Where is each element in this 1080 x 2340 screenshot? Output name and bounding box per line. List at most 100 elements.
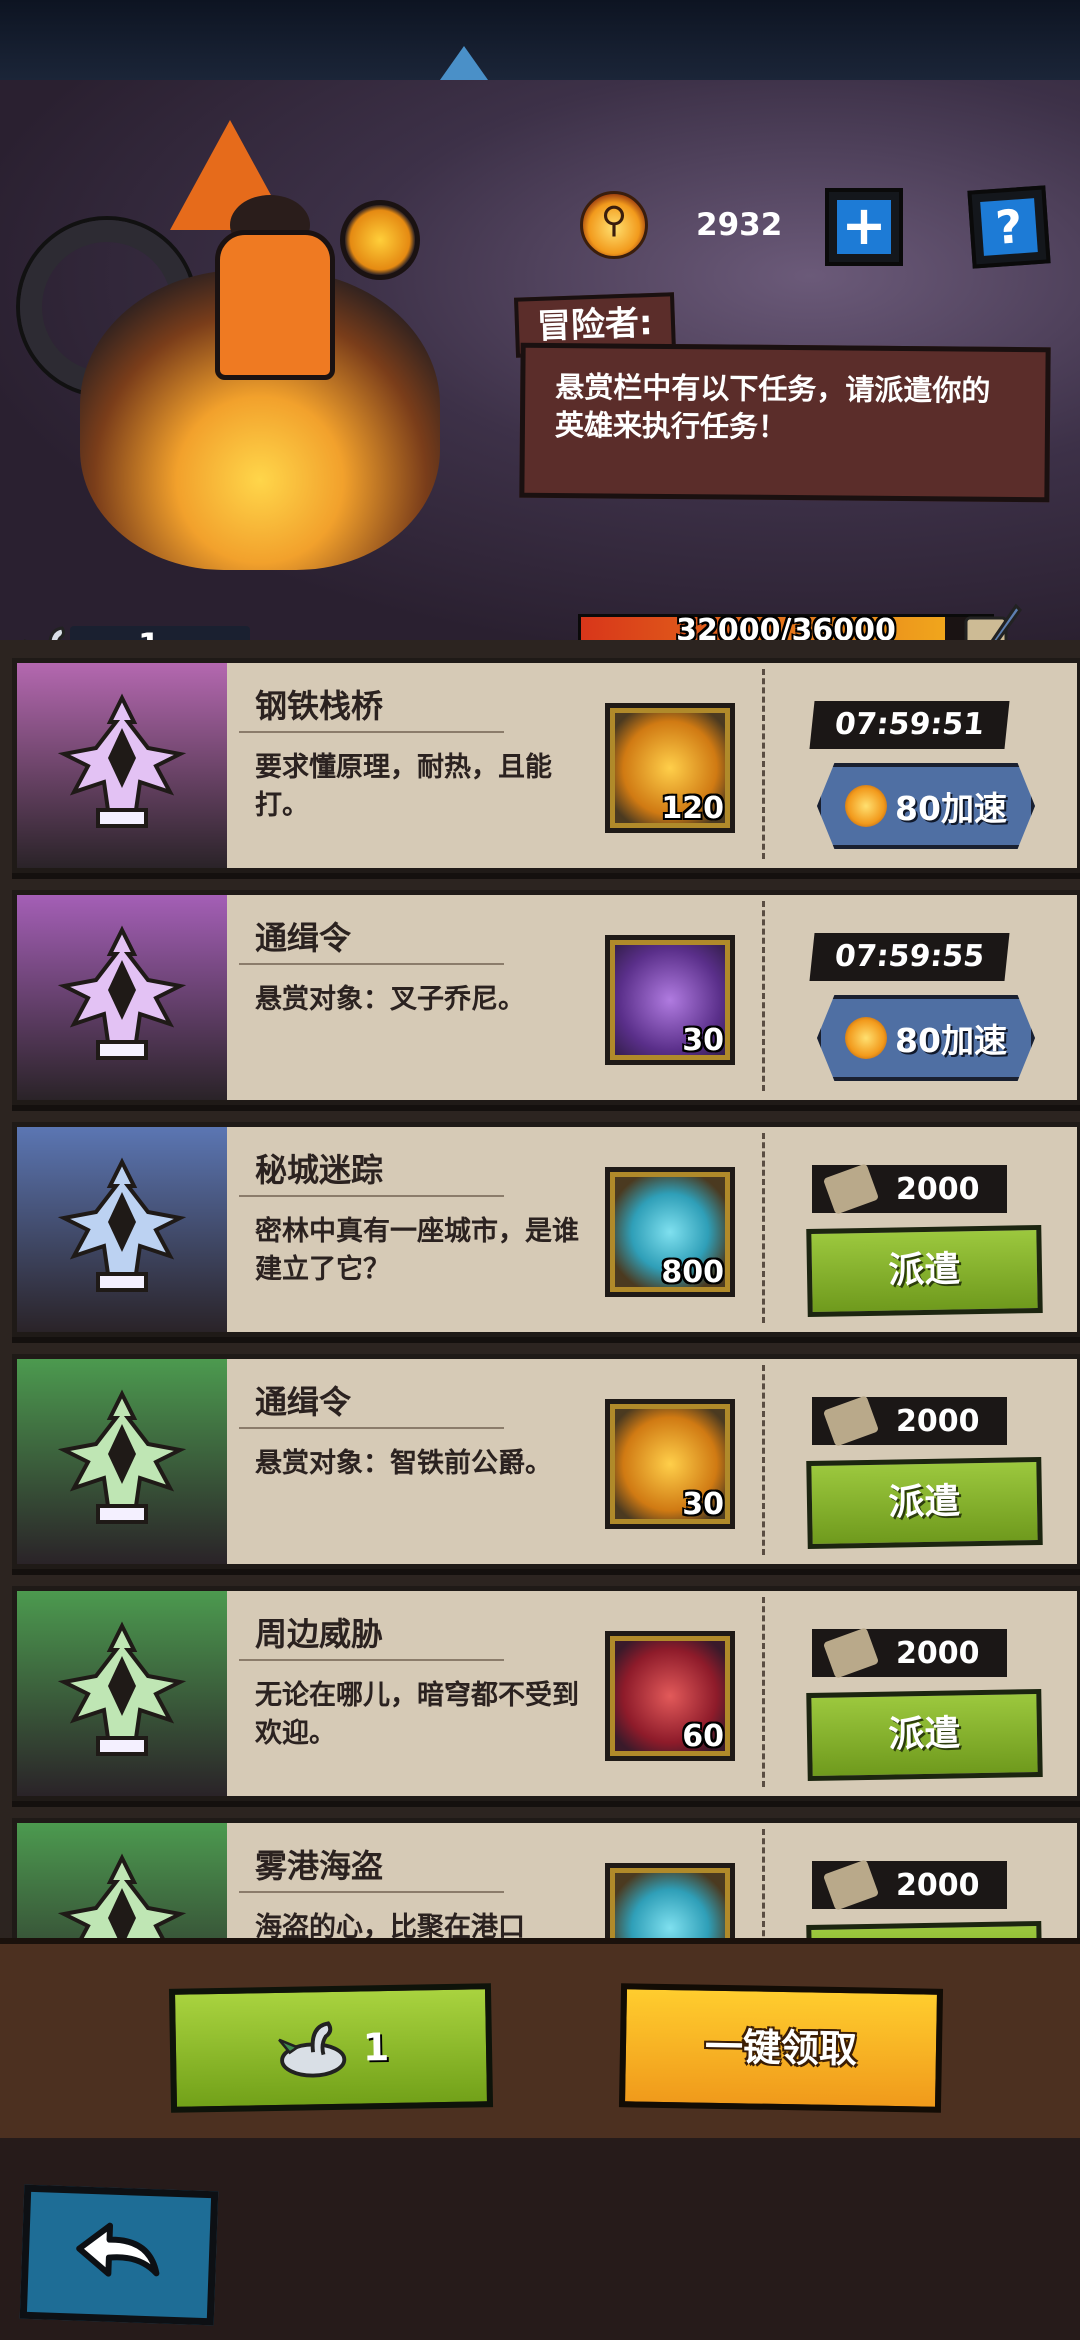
swan-count-badge: 1 [20, 620, 250, 640]
title-rule [239, 1427, 504, 1429]
quest-title: 雾港海盗 [255, 1847, 384, 1885]
quest-title: 秘城迷踪 [255, 1151, 384, 1189]
title-rule [239, 1891, 504, 1893]
progress-text: 32000/36000 [676, 613, 896, 640]
title-rule [239, 1659, 504, 1661]
reward-quantity: 120 [661, 791, 724, 826]
quest-description: 悬赏对象：智铁前公爵。 [255, 1448, 552, 1479]
dispatch-cost: 2000 [812, 1859, 1007, 1911]
reward-quantity: 30 [682, 1487, 724, 1522]
speedup-label: 80加速 [895, 1021, 1007, 1060]
title-rule [239, 1195, 504, 1197]
card-divider [762, 901, 765, 1091]
swan-icon [24, 626, 66, 640]
thorn-emblem-icon [57, 1389, 187, 1524]
reward-item[interactable]: 60 [605, 1631, 735, 1761]
dispatch-cost-value: 2000 [896, 1171, 980, 1207]
fin-decoration [440, 46, 488, 80]
scroll-icon [822, 1627, 880, 1679]
thorn-emblem-icon [57, 1853, 187, 1938]
thorn-emblem-icon [57, 1157, 187, 1292]
reward-item[interactable] [605, 1863, 735, 1938]
gold-coin-icon [845, 785, 888, 827]
quest-description: 无论在哪儿，暗穹都不受到欢迎。 [255, 1680, 579, 1749]
dispatch-cost-value: 2000 [896, 1867, 980, 1903]
swan-dispatch-button[interactable]: 1 [168, 1983, 494, 2113]
hero-torso [215, 230, 335, 380]
card-divider [762, 1133, 765, 1323]
swan-count: 1 [138, 626, 160, 640]
title-rule [239, 731, 504, 733]
speedup-label: 80加速 [895, 789, 1007, 828]
question-icon: ? [980, 198, 1038, 256]
header-banner: 2932 + ? 冒险者: 悬赏栏中有以下任务，请派遣你的英雄来执行任务！ 1 … [0, 80, 1080, 640]
countdown-timer: 07:59:51 [809, 701, 1010, 749]
bottom-action-bar: 1 一键领取 [0, 1938, 1080, 2144]
thorn-emblem-icon [57, 925, 187, 1060]
speech-box: 悬赏栏中有以下任务，请派遣你的英雄来执行任务！ [519, 342, 1051, 503]
dispatch-cost-value: 2000 [896, 1403, 980, 1439]
dispatch-cost: 2000 [812, 1395, 1007, 1447]
gold-coin-icon [580, 191, 648, 259]
thorn-emblem-icon [57, 1621, 187, 1756]
reward-quantity: 800 [661, 1255, 724, 1290]
dispatch-button[interactable]: 派遣 [806, 1456, 1043, 1550]
dispatch-button[interactable]: 派遣 [806, 1224, 1043, 1318]
quest-title: 通缉令 [255, 919, 352, 957]
scroll-quill-icon [964, 603, 1022, 640]
speedup-button[interactable]: 80加速 [817, 995, 1035, 1081]
plus-icon: + [837, 199, 891, 254]
reward-quantity: 30 [682, 1023, 724, 1058]
reward-item[interactable]: 30 [605, 1399, 735, 1529]
card-divider [762, 669, 765, 859]
reward-item[interactable]: 800 [605, 1167, 735, 1297]
gold-coin-icon [845, 1017, 888, 1059]
swan-icon [277, 2021, 347, 2078]
reward-quantity: 60 [682, 1719, 724, 1754]
scroll-icon [822, 1163, 880, 1215]
quest-card[interactable]: 周边威胁 无论在哪儿，暗穹都不受到欢迎。 60 2000 派遣 [12, 1586, 1080, 1801]
quest-card[interactable]: 通缉令 悬赏对象：叉子乔尼。 30 07:59:55 80加速 [12, 890, 1080, 1105]
scroll-icon [822, 1859, 880, 1911]
back-arrow-icon [76, 2222, 160, 2277]
scroll-icon [822, 1395, 880, 1447]
dispatch-cost: 2000 [812, 1627, 1007, 1679]
top-strip [0, 0, 1080, 80]
thorn-emblem-icon [57, 693, 187, 828]
hero-lantern [340, 200, 420, 280]
speech-text: 悬赏栏中有以下任务，请派遣你的英雄来执行任务！ [554, 369, 991, 445]
quest-list: 钢铁栈桥 要求懂原理，耐热，且能打。 120 07:59:51 80加速 通缉令… [0, 640, 1080, 1938]
collect-all-button[interactable]: 一键领取 [618, 1983, 944, 2113]
card-divider [762, 1597, 765, 1787]
card-divider [762, 1365, 765, 1555]
back-button[interactable] [19, 2184, 219, 2326]
swan-button-count: 1 [362, 2024, 390, 2070]
title-rule [239, 963, 504, 965]
quest-card[interactable]: 钢铁栈桥 要求懂原理，耐热，且能打。 120 07:59:51 80加速 [12, 658, 1080, 873]
quest-description: 海盗的心，比聚在港口 [255, 1912, 525, 1938]
help-button[interactable]: ? [967, 185, 1051, 269]
dispatch-button[interactable]: 派遣 [806, 1688, 1043, 1782]
quest-description: 悬赏对象：叉子乔尼。 [255, 984, 525, 1015]
currency-display: 2932 [580, 190, 782, 260]
quest-description: 密林中真有一座城市，是谁建立了它？ [255, 1216, 579, 1285]
footer [0, 2138, 1080, 2340]
dispatch-cost: 2000 [812, 1163, 1007, 1215]
quest-title: 周边威胁 [255, 1615, 384, 1653]
dispatch-cost-value: 2000 [896, 1635, 980, 1671]
quest-description: 要求懂原理，耐热，且能打。 [255, 752, 552, 821]
quest-title: 通缉令 [255, 1383, 352, 1421]
quest-card[interactable]: 秘城迷踪 密林中真有一座城市，是谁建立了它？ 800 2000 派遣 [12, 1122, 1080, 1337]
dispatch-button[interactable]: 派遣 [806, 1920, 1043, 1938]
reward-item[interactable]: 120 [605, 703, 735, 833]
card-divider [762, 1829, 765, 1938]
currency-value: 2932 [696, 207, 783, 243]
progress-bar: 32000/36000 [578, 613, 994, 640]
quest-card[interactable]: 通缉令 悬赏对象：智铁前公爵。 30 2000 派遣 [12, 1354, 1080, 1569]
speedup-button[interactable]: 80加速 [817, 763, 1035, 849]
quest-card[interactable]: 雾港海盗 海盗的心，比聚在港口 2000 派遣 [12, 1818, 1080, 1938]
countdown-timer: 07:59:55 [809, 933, 1010, 981]
add-currency-button[interactable]: + [825, 188, 903, 266]
reward-item[interactable]: 30 [605, 935, 735, 1065]
quest-title: 钢铁栈桥 [255, 687, 384, 725]
